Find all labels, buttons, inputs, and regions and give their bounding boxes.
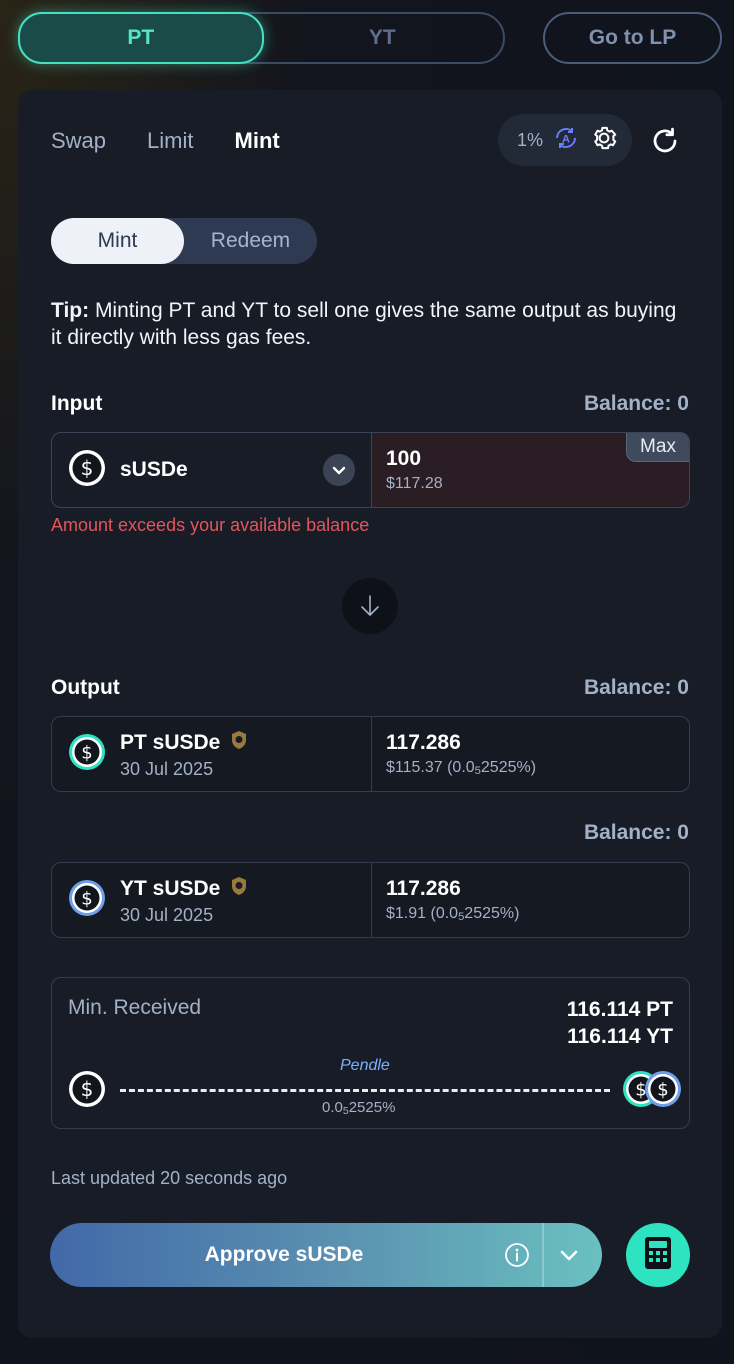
min-received-values: 116.114 PT 116.114 YT (567, 996, 673, 1050)
max-button[interactable]: Max (626, 433, 689, 462)
redeem-option[interactable]: Redeem (184, 218, 317, 264)
min-received-box: Min. Received 116.114 PT 116.114 YT $ Pe… (51, 977, 690, 1129)
susde-icon: $ (68, 449, 106, 492)
input-token-name: sUSDe (120, 458, 188, 481)
mint-option[interactable]: Mint (51, 218, 184, 264)
yt-amount-field: 117.286 $1.91 (0.052525%) (372, 863, 689, 937)
arrow-down-icon[interactable] (342, 578, 398, 634)
yt-token: $ YT sUSDe 30 Jul 2025 (52, 863, 372, 937)
balance-error: Amount exceeds your available balance (51, 515, 370, 535)
route-source-icon: $ (68, 1070, 106, 1113)
approve-button[interactable]: Approve sUSDe (50, 1223, 602, 1287)
yt-dest-icon: $ (644, 1070, 682, 1113)
mint-redeem-toggle: Mint Redeem (51, 218, 317, 264)
yt-token-name: YT sUSDe (120, 876, 221, 900)
svg-text:$: $ (657, 1080, 668, 1101)
pt-token-name: PT sUSDe (120, 730, 221, 754)
pt-amount-field: 117.286 $115.37 (0.052525%) (372, 717, 689, 791)
pt-amount: 117.286 (386, 731, 461, 754)
info-icon[interactable] (504, 1242, 530, 1273)
min-received-yt: 116.114 YT (567, 1025, 673, 1048)
approve-label: Approve sUSDe (204, 1243, 364, 1266)
gear-icon[interactable] (589, 123, 619, 158)
input-amount-field[interactable]: 100 $117.28 Max (372, 433, 689, 507)
pt-token: $ PT sUSDe 30 Jul 2025 (52, 717, 372, 791)
input-label: Input (51, 392, 103, 415)
input-balance: Balance: 0 (583, 392, 689, 415)
shield-icon (228, 875, 250, 903)
last-updated: Last updated 20 seconds ago (51, 1168, 288, 1188)
route-percent: 0.052525% (322, 1099, 396, 1118)
min-received-pt: 116.114 PT (566, 998, 673, 1021)
refresh-icon[interactable] (650, 126, 680, 156)
trade-panel: Swap Limit Mint 1% A Mint Redeem Tip: Mi… (18, 90, 722, 1338)
pt-usd-value: $115.37 (0.052525%) (386, 759, 537, 778)
output-label: Output (51, 676, 120, 699)
route-line (120, 1089, 610, 1092)
input-token-selector[interactable]: $ sUSDe (52, 433, 372, 507)
tab-limit[interactable]: Limit (147, 128, 193, 154)
pt-susde-icon: $ (68, 733, 106, 776)
tip-label: Tip: (51, 299, 90, 322)
trade-tabs: Swap Limit Mint (51, 128, 280, 154)
svg-text:$: $ (81, 888, 92, 909)
yt-amount: 117.286 (386, 877, 461, 900)
tip-body: Minting PT and YT to sell one gives the … (51, 299, 677, 349)
chevron-down-icon[interactable] (558, 1244, 580, 1271)
route-name: Pendle (340, 1057, 390, 1074)
yt-maturity-date: 30 Jul 2025 (120, 904, 214, 925)
input-field-group: $ sUSDe 100 $117.28 Max (51, 432, 690, 508)
tip-text: Tip: Minting PT and YT to sell one gives… (51, 297, 691, 351)
yt-output-row: $ YT sUSDe 30 Jul 2025 117.286 $1.91 (0.… (51, 862, 690, 938)
calculator-icon (643, 1236, 673, 1275)
approve-divider (542, 1223, 544, 1287)
svg-text:$: $ (81, 742, 92, 763)
svg-text:$: $ (81, 1077, 94, 1101)
pt-maturity-date: 30 Jul 2025 (120, 758, 214, 779)
yt-balance: Balance: 0 (583, 821, 689, 844)
pt-yt-toggle: PT YT (18, 12, 505, 64)
min-received-label: Min. Received (68, 996, 202, 1019)
yt-tab[interactable]: YT (262, 14, 504, 62)
pt-output-row: $ PT sUSDe 30 Jul 2025 117.286 $115.37 (… (51, 716, 690, 792)
svg-text:$: $ (81, 456, 94, 480)
tab-mint[interactable]: Mint (235, 128, 280, 154)
auto-icon: A (553, 125, 579, 156)
shield-icon (228, 729, 250, 757)
go-to-lp-button[interactable]: Go to LP (543, 12, 722, 64)
yt-susde-icon: $ (68, 879, 106, 922)
input-usd-value: $117.28 (386, 475, 443, 492)
tab-swap[interactable]: Swap (51, 128, 106, 154)
settings-pill[interactable]: 1% A (498, 114, 632, 166)
slippage-value: 1% (517, 129, 544, 150)
svg-text:A: A (562, 133, 570, 145)
calculator-button[interactable] (626, 1223, 690, 1287)
pt-tab[interactable]: PT (18, 12, 264, 64)
yt-usd-value: $1.91 (0.052525%) (386, 905, 520, 924)
chevron-down-icon[interactable] (323, 454, 355, 486)
pt-balance: Balance: 0 (583, 676, 689, 699)
